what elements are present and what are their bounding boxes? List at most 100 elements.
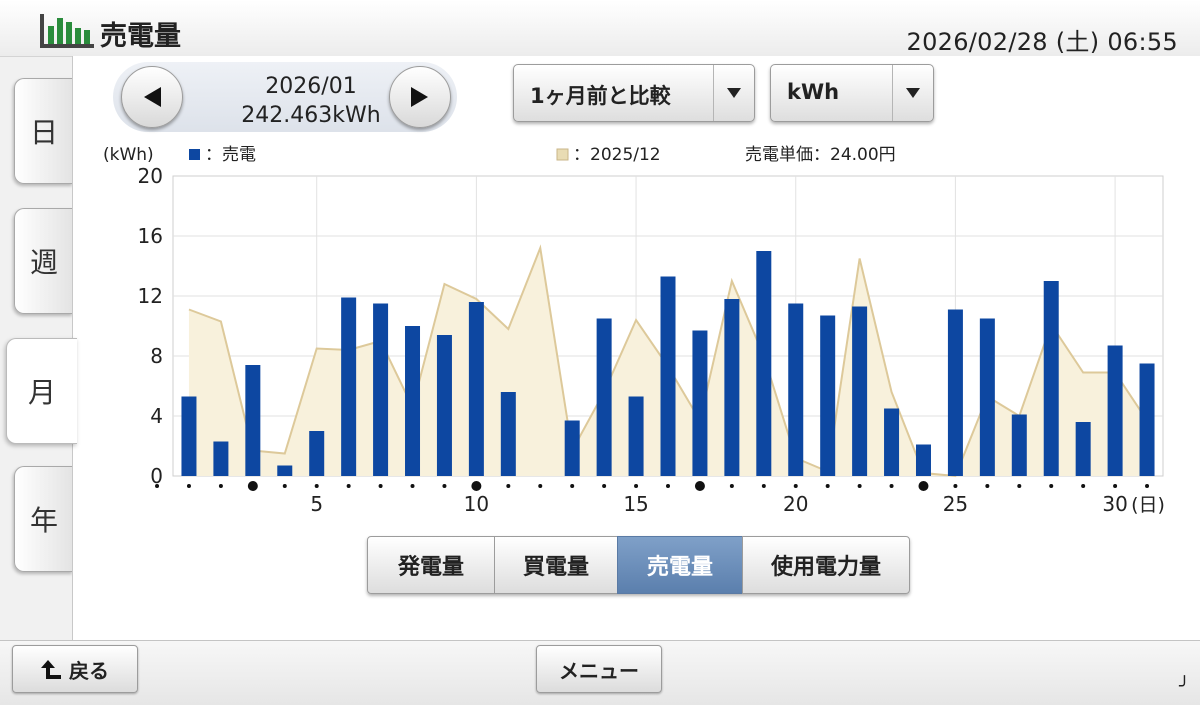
x-tick-dot xyxy=(793,484,798,488)
page-title: 売電量 xyxy=(100,21,181,52)
x-tick-dot xyxy=(1113,484,1118,488)
x-tick-dot xyxy=(282,484,287,488)
main-panel: 2026/01 242.463kWh 1ヶ月前と比較 kWh (kWh) ：売電… xyxy=(72,56,1200,640)
x-tick-dot xyxy=(186,484,191,488)
y-axis-unit: (kWh) xyxy=(103,145,154,165)
x-tick-dot xyxy=(506,484,511,488)
bar-day-21[interactable] xyxy=(820,315,836,477)
bar-day-7[interactable] xyxy=(373,303,389,477)
bar-day-19[interactable] xyxy=(756,251,772,476)
bar-day-18[interactable] xyxy=(724,299,740,476)
segment-purchase[interactable]: 買電量 xyxy=(494,536,618,594)
x-tick-label: 30 xyxy=(1102,492,1127,516)
y-tick-label: 8 xyxy=(150,344,163,368)
bar-day-24[interactable] xyxy=(915,444,931,477)
x-axis-day-suffix: (日) xyxy=(1131,494,1165,516)
x-tick-dot xyxy=(155,484,160,488)
x-tick-dot xyxy=(1017,484,1022,488)
bar-day-14[interactable] xyxy=(596,318,612,477)
bar-day-25[interactable] xyxy=(947,309,963,477)
x-axis-labels: 5 10 15 20 25 30 (日) xyxy=(155,481,1165,516)
x-tick-dot xyxy=(247,481,258,491)
x-tick-dot xyxy=(857,484,862,488)
x-tick-dot xyxy=(825,484,830,488)
tab-year[interactable]: 年 xyxy=(14,466,73,572)
x-tick-dot xyxy=(570,484,575,488)
bar-day-28[interactable] xyxy=(1043,281,1059,476)
y-tick-label: 20 xyxy=(138,164,163,188)
x-tick-dot xyxy=(985,484,990,488)
back-button[interactable]: 戻る xyxy=(12,645,138,693)
y-tick-label: 12 xyxy=(138,284,163,308)
bar-day-22[interactable] xyxy=(852,306,868,477)
legend-swatch-compare xyxy=(556,148,569,161)
bar-day-29[interactable] xyxy=(1075,422,1091,476)
current-datetime: 2026/02/28 (土) 06:55 xyxy=(906,28,1178,56)
x-tick-dot xyxy=(761,484,766,488)
bar-day-3[interactable] xyxy=(245,365,261,476)
legend-swatch-current xyxy=(189,149,200,160)
x-tick-dot xyxy=(953,484,958,488)
y-axis-labels: 201612840 xyxy=(138,164,163,488)
tab-week[interactable]: 週 xyxy=(14,208,73,314)
bar-day-1[interactable] xyxy=(181,396,197,477)
bar-day-26[interactable] xyxy=(979,318,995,477)
bar-day-10[interactable] xyxy=(468,302,484,476)
x-tick-dot xyxy=(314,484,319,488)
sales-chart: (kWh) ：売電 ：2025/12 売電単価：24.00円 201612840… xyxy=(103,145,1165,516)
x-tick-dot xyxy=(1145,484,1150,488)
bar-day-30[interactable] xyxy=(1107,345,1123,477)
menu-button[interactable]: メニュー xyxy=(536,645,662,693)
x-tick-label: 10 xyxy=(464,492,489,516)
x-tick-dot xyxy=(634,484,639,488)
x-tick-dot xyxy=(729,484,734,488)
bar-day-2[interactable] xyxy=(213,441,229,477)
x-tick-dot xyxy=(378,484,383,488)
x-tick-label: 20 xyxy=(783,492,808,516)
x-tick-dot xyxy=(1081,484,1086,488)
bar-day-6[interactable] xyxy=(341,297,357,477)
x-tick-dot xyxy=(1049,484,1054,488)
tab-day[interactable]: 日 xyxy=(14,78,73,184)
bar-chart-app-icon xyxy=(40,14,94,48)
x-tick-label: 15 xyxy=(623,492,648,516)
bar-day-17[interactable] xyxy=(692,330,708,477)
x-tick-label: 25 xyxy=(943,492,968,516)
x-tick-dot xyxy=(442,484,447,488)
x-tick-dot xyxy=(666,484,670,488)
x-tick-dot xyxy=(602,484,607,488)
x-tick-dot xyxy=(918,481,929,491)
x-tick-label: 5 xyxy=(310,492,323,516)
header-bar: 売電量 2026/02/28 (土) 06:55 xyxy=(0,0,1200,57)
segment-sales[interactable]: 売電量 xyxy=(617,536,743,594)
resize-corner-icon: ╯ xyxy=(1179,676,1190,697)
sell-price-label: 売電単価：24.00円 xyxy=(745,145,896,165)
x-tick-dot xyxy=(218,484,223,488)
bar-day-13[interactable] xyxy=(564,420,580,477)
return-arrow-icon xyxy=(41,660,61,679)
legend-current-label: ：売電 xyxy=(205,145,256,165)
tab-month[interactable]: 月 xyxy=(6,338,77,444)
x-tick-dot xyxy=(694,481,705,491)
bar-day-15[interactable] xyxy=(628,396,644,477)
bar-day-31[interactable] xyxy=(1139,363,1155,477)
y-tick-label: 16 xyxy=(138,224,163,248)
x-tick-dot xyxy=(346,484,351,488)
bar-day-11[interactable] xyxy=(500,392,516,476)
bar-day-20[interactable] xyxy=(788,303,804,477)
segment-generation[interactable]: 発電量 xyxy=(367,536,495,594)
bar-day-8[interactable] xyxy=(405,326,421,476)
bar-day-16[interactable] xyxy=(660,276,676,477)
x-tick-dot xyxy=(538,484,543,488)
y-tick-label: 4 xyxy=(150,404,163,428)
bar-day-5[interactable] xyxy=(309,431,325,476)
back-button-label: 戻る xyxy=(69,658,109,683)
bar-day-27[interactable] xyxy=(1011,414,1027,477)
bar-day-9[interactable] xyxy=(436,335,452,476)
x-tick-dot xyxy=(889,484,894,488)
bar-day-4[interactable] xyxy=(277,465,293,477)
footer-bar: 戻る メニュー ╯ xyxy=(0,640,1200,705)
bar-day-23[interactable] xyxy=(884,408,900,477)
period-tabs: 日 週 月 年 xyxy=(0,56,77,640)
segment-consumption[interactable]: 使用電力量 xyxy=(742,536,910,594)
